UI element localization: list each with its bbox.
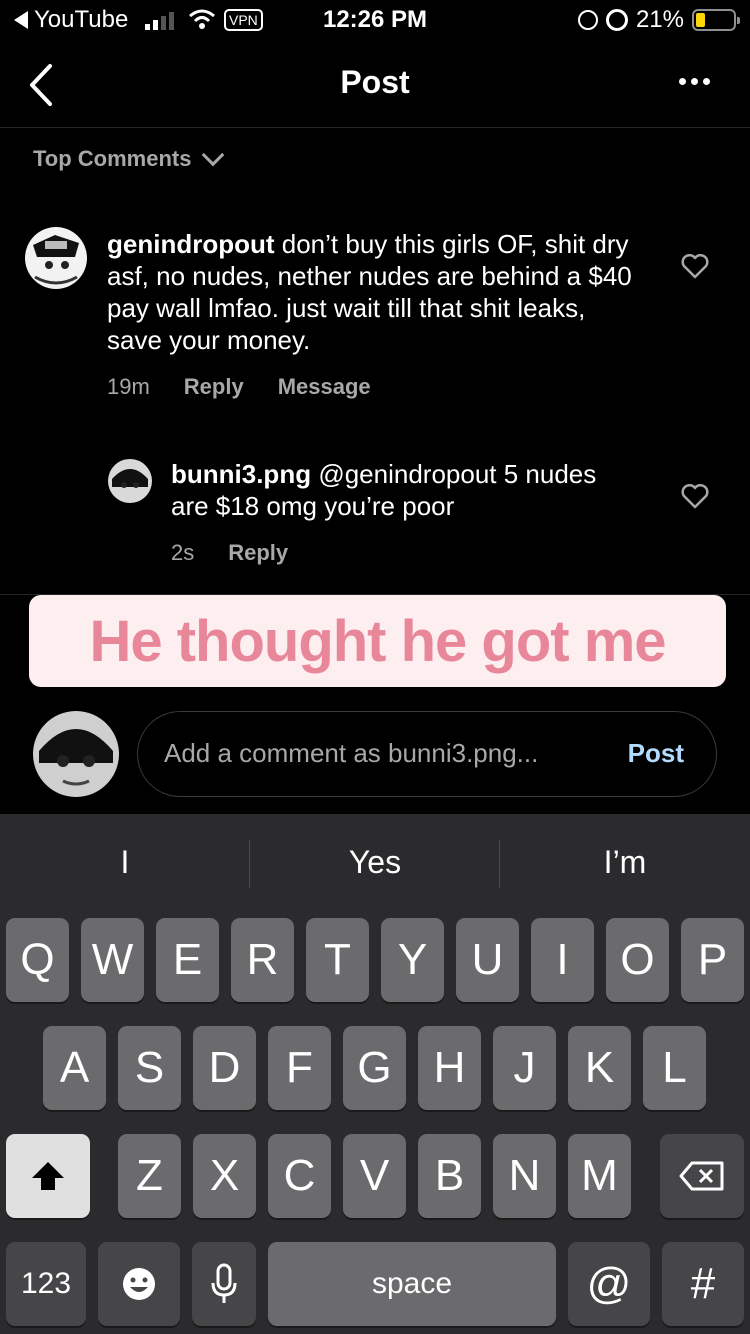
comment-bunni3: bunni3.png @genindropout 5 nudes are $18… [171, 458, 641, 522]
comment-input[interactable]: Add a comment as bunni3.png... Post [137, 711, 717, 797]
reply-button[interactable]: Reply [184, 374, 244, 400]
comment-meta: 19m Reply Message [107, 374, 371, 400]
comment-time: 2s [171, 540, 195, 565]
composer-avatar [33, 711, 119, 797]
chevron-down-icon [202, 143, 225, 167]
key-v[interactable]: V [343, 1134, 406, 1218]
microphone-icon [211, 1263, 237, 1303]
alarm-icon [605, 9, 628, 31]
key-n[interactable]: N [493, 1134, 556, 1218]
shift-icon [32, 1162, 64, 1190]
comment-meta: 2s Reply [171, 540, 288, 566]
backspace-icon [679, 1161, 724, 1191]
orientation-lock-icon [577, 10, 598, 30]
numbers-key[interactable]: 123 [6, 1242, 86, 1326]
avatar-genindropout[interactable] [25, 227, 87, 289]
key-m[interactable]: M [568, 1134, 631, 1218]
post-button[interactable]: Post [628, 738, 684, 769]
battery-icon [692, 9, 740, 31]
suggestion-3[interactable]: I’m [500, 844, 750, 881]
like-heart-icon[interactable] [681, 483, 709, 509]
page-title: Post [340, 64, 410, 100]
key-g[interactable]: G [343, 1026, 406, 1110]
key-k[interactable]: K [568, 1026, 631, 1110]
key-w[interactable]: W [81, 918, 144, 1002]
emoji-icon [123, 1268, 155, 1300]
key-d[interactable]: D [193, 1026, 256, 1110]
hash-key[interactable]: # [662, 1242, 744, 1326]
suggestion-1[interactable]: I [0, 844, 250, 881]
comment-time: 19m [107, 374, 150, 399]
comment-username[interactable]: bunni3.png [171, 459, 311, 489]
message-button[interactable]: Message [278, 374, 371, 400]
keyboard: I Yes I’m Q W E R T Y U I O P A S D F G H J K L Z X C V B N M 123 s… [0, 814, 750, 1334]
key-j[interactable]: J [493, 1026, 556, 1110]
comment-username[interactable]: genindropout [107, 229, 275, 259]
sort-label: Top Comments [33, 146, 192, 171]
key-z[interactable]: Z [118, 1134, 181, 1218]
emoji-key[interactable] [98, 1242, 180, 1326]
battery-percent: 21% [635, 6, 684, 33]
key-x[interactable]: X [193, 1134, 256, 1218]
key-c[interactable]: C [268, 1134, 331, 1218]
key-u[interactable]: U [456, 918, 519, 1002]
key-a[interactable]: A [43, 1026, 106, 1110]
key-f[interactable]: F [268, 1026, 331, 1110]
key-h[interactable]: H [418, 1026, 481, 1110]
key-e[interactable]: E [156, 918, 219, 1002]
key-q[interactable]: Q [6, 918, 69, 1002]
caption-sticker: He thought he got me [29, 595, 726, 687]
avatar-bunni3[interactable] [108, 459, 152, 503]
shift-key[interactable] [6, 1134, 90, 1218]
like-heart-icon[interactable] [681, 253, 709, 279]
delete-key[interactable] [660, 1134, 744, 1218]
dictation-key[interactable] [192, 1242, 256, 1326]
more-options-icon[interactable] [679, 78, 710, 85]
key-o[interactable]: O [606, 918, 669, 1002]
caption-text: He thought he got me [89, 608, 666, 674]
status-bar: YouTube VPN 12:26 PM 21% [0, 0, 750, 42]
key-y[interactable]: Y [381, 918, 444, 1002]
nav-bar: Post [0, 42, 750, 128]
key-s[interactable]: S [118, 1026, 181, 1110]
sort-dropdown[interactable]: Top Comments [33, 143, 225, 172]
key-i[interactable]: I [531, 918, 594, 1002]
at-key[interactable]: @ [568, 1242, 650, 1326]
key-r[interactable]: R [231, 918, 294, 1002]
suggestion-bar: I Yes I’m [0, 814, 750, 914]
key-t[interactable]: T [306, 918, 369, 1002]
key-l[interactable]: L [643, 1026, 706, 1110]
suggestion-2[interactable]: Yes [250, 844, 500, 881]
key-b[interactable]: B [418, 1134, 481, 1218]
comment-placeholder: Add a comment as bunni3.png... [164, 738, 539, 768]
comment-genindropout: genindropout don’t buy this girls OF, sh… [107, 228, 647, 356]
space-key[interactable]: space [268, 1242, 556, 1326]
key-p[interactable]: P [681, 918, 744, 1002]
reply-button[interactable]: Reply [228, 540, 288, 566]
